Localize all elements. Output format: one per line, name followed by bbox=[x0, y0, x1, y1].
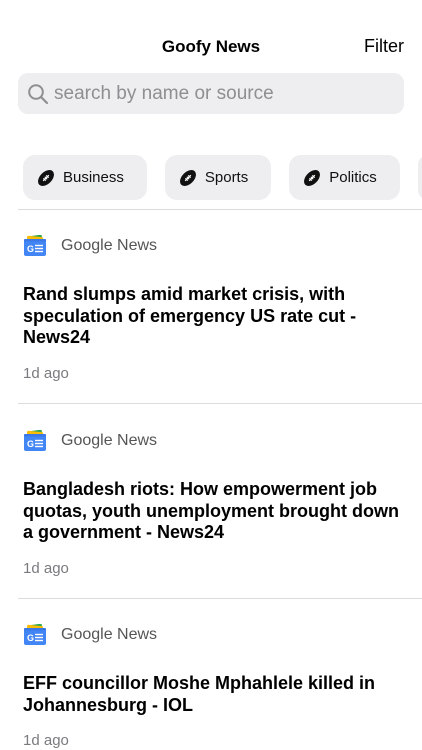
filter-button[interactable]: Filter bbox=[364, 36, 404, 57]
category-chip-more[interactable] bbox=[417, 155, 422, 200]
category-label: Sports bbox=[204, 169, 249, 186]
category-label: Politics bbox=[329, 169, 377, 186]
article-timestamp: 1d ago bbox=[23, 559, 69, 577]
football-icon bbox=[304, 169, 321, 186]
article-item[interactable]: G Google News Rand slumps amid market cr… bbox=[23, 232, 408, 382]
source-name: Google News bbox=[61, 626, 158, 643]
search-icon bbox=[28, 83, 49, 104]
screen: Goofy News Filter Business bbox=[0, 0, 422, 750]
google-news-icon: G bbox=[24, 430, 46, 451]
divider bbox=[18, 209, 422, 210]
article-item[interactable]: G Google News Bangladesh riots: How empo… bbox=[23, 427, 408, 577]
source-row: G Google News bbox=[23, 232, 408, 260]
source-name: Google News bbox=[61, 432, 158, 449]
category-chip-sports[interactable]: Sports bbox=[164, 155, 272, 200]
article-headline: EFF councillor Moshe Mphahlele killed in… bbox=[23, 673, 376, 715]
page-title: Goofy News bbox=[161, 37, 261, 56]
article-headline: Bangladesh riots: How empowerment job qu… bbox=[23, 479, 399, 542]
category-chip-politics[interactable]: Politics bbox=[289, 155, 400, 200]
category-bar: Business Sports Politics bbox=[23, 155, 422, 200]
football-icon bbox=[38, 169, 54, 186]
svg-text:G: G bbox=[27, 633, 34, 643]
article-item[interactable]: G Google News EFF councillor Moshe Mphah… bbox=[23, 621, 408, 749]
divider bbox=[18, 598, 422, 599]
source-row: G Google News bbox=[23, 621, 408, 649]
football-icon bbox=[179, 169, 196, 186]
header: Goofy News Filter bbox=[0, 0, 422, 70]
category-label: Business bbox=[63, 169, 124, 186]
svg-text:G: G bbox=[27, 439, 34, 449]
article-headline: Rand slumps amid market crisis, with spe… bbox=[23, 284, 357, 347]
svg-text:G: G bbox=[27, 244, 34, 254]
category-chip-business[interactable]: Business bbox=[23, 155, 147, 200]
article-timestamp: 1d ago bbox=[23, 732, 69, 749]
article-timestamp: 1d ago bbox=[23, 364, 69, 382]
search-input[interactable] bbox=[54, 82, 384, 105]
search-bar[interactable] bbox=[18, 73, 404, 114]
source-row: G Google News bbox=[23, 427, 408, 455]
divider bbox=[18, 403, 422, 404]
google-news-icon: G bbox=[24, 624, 46, 645]
google-news-icon: G bbox=[24, 235, 46, 256]
source-name: Google News bbox=[61, 237, 158, 254]
